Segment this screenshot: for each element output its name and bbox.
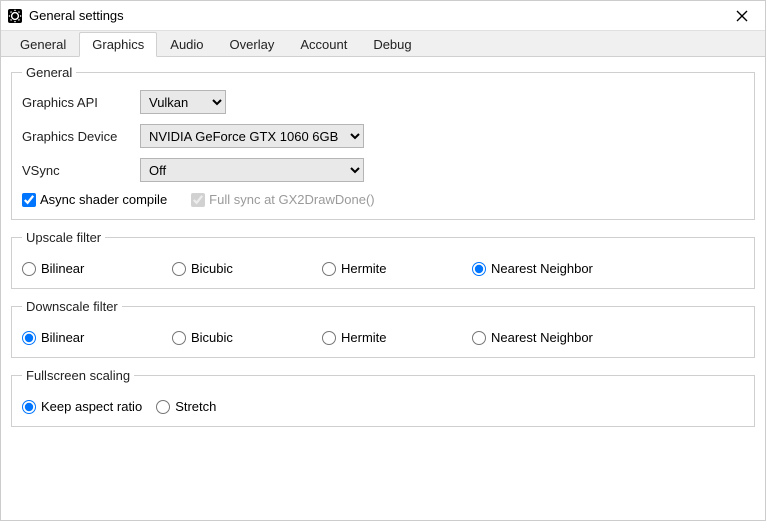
upscale-hermite-label: Hermite: [341, 261, 387, 276]
graphics-api-label: Graphics API: [22, 95, 140, 110]
tab-audio[interactable]: Audio: [157, 32, 216, 56]
upscale-bicubic[interactable]: Bicubic: [172, 261, 322, 276]
fullscreen-keep-aspect-input[interactable]: [22, 400, 36, 414]
downscale-filter-group: Downscale filter Bilinear Bicubic Hermit…: [11, 299, 755, 358]
full-sync-label: Full sync at GX2DrawDone(): [209, 192, 374, 207]
graphics-device-label: Graphics Device: [22, 129, 140, 144]
close-icon: [736, 10, 748, 22]
downscale-bilinear[interactable]: Bilinear: [22, 330, 172, 345]
upscale-nearest[interactable]: Nearest Neighbor: [472, 261, 622, 276]
downscale-legend: Downscale filter: [22, 299, 122, 314]
fullscreen-scaling-group: Fullscreen scaling Keep aspect ratio Str…: [11, 368, 755, 427]
upscale-bilinear-input[interactable]: [22, 262, 36, 276]
fullscreen-legend: Fullscreen scaling: [22, 368, 134, 383]
full-sync-input: [191, 193, 205, 207]
upscale-bilinear[interactable]: Bilinear: [22, 261, 172, 276]
downscale-hermite-input[interactable]: [322, 331, 336, 345]
settings-window: General settings General Graphics Audio …: [0, 0, 766, 521]
fullscreen-stretch-input[interactable]: [156, 400, 170, 414]
async-shader-checkbox[interactable]: Async shader compile: [22, 192, 167, 207]
vsync-select[interactable]: Off: [140, 158, 364, 182]
tab-graphics[interactable]: Graphics: [79, 32, 157, 57]
window-title: General settings: [29, 8, 725, 23]
fullscreen-stretch-label: Stretch: [175, 399, 216, 414]
fullscreen-keep-aspect-label: Keep aspect ratio: [41, 399, 142, 414]
titlebar: General settings: [1, 1, 765, 31]
tab-overlay[interactable]: Overlay: [217, 32, 288, 56]
tab-debug[interactable]: Debug: [360, 32, 424, 56]
tab-general[interactable]: General: [7, 32, 79, 56]
upscale-filter-group: Upscale filter Bilinear Bicubic Hermite …: [11, 230, 755, 289]
graphics-device-select[interactable]: NVIDIA GeForce GTX 1060 6GB: [140, 124, 364, 148]
upscale-hermite-input[interactable]: [322, 262, 336, 276]
fullscreen-stretch[interactable]: Stretch: [156, 399, 216, 414]
downscale-nearest-label: Nearest Neighbor: [491, 330, 593, 345]
downscale-bilinear-input[interactable]: [22, 331, 36, 345]
general-legend: General: [22, 65, 76, 80]
upscale-legend: Upscale filter: [22, 230, 105, 245]
general-group: General Graphics API Vulkan Graphics Dev…: [11, 65, 755, 220]
upscale-hermite[interactable]: Hermite: [322, 261, 472, 276]
downscale-bilinear-label: Bilinear: [41, 330, 84, 345]
close-button[interactable]: [725, 4, 759, 28]
tab-content: General Graphics API Vulkan Graphics Dev…: [1, 57, 765, 520]
downscale-nearest[interactable]: Nearest Neighbor: [472, 330, 622, 345]
async-shader-label: Async shader compile: [40, 192, 167, 207]
downscale-nearest-input[interactable]: [472, 331, 486, 345]
upscale-bicubic-label: Bicubic: [191, 261, 233, 276]
upscale-bilinear-label: Bilinear: [41, 261, 84, 276]
downscale-bicubic-input[interactable]: [172, 331, 186, 345]
downscale-hermite-label: Hermite: [341, 330, 387, 345]
downscale-bicubic[interactable]: Bicubic: [172, 330, 322, 345]
async-shader-input[interactable]: [22, 193, 36, 207]
downscale-bicubic-label: Bicubic: [191, 330, 233, 345]
full-sync-checkbox: Full sync at GX2DrawDone(): [191, 192, 374, 207]
vsync-label: VSync: [22, 163, 140, 178]
graphics-api-select[interactable]: Vulkan: [140, 90, 226, 114]
fullscreen-keep-aspect[interactable]: Keep aspect ratio: [22, 399, 142, 414]
upscale-nearest-label: Nearest Neighbor: [491, 261, 593, 276]
gear-icon: [7, 8, 23, 24]
tab-account[interactable]: Account: [287, 32, 360, 56]
tabstrip: General Graphics Audio Overlay Account D…: [1, 31, 765, 57]
upscale-bicubic-input[interactable]: [172, 262, 186, 276]
upscale-nearest-input[interactable]: [472, 262, 486, 276]
downscale-hermite[interactable]: Hermite: [322, 330, 472, 345]
